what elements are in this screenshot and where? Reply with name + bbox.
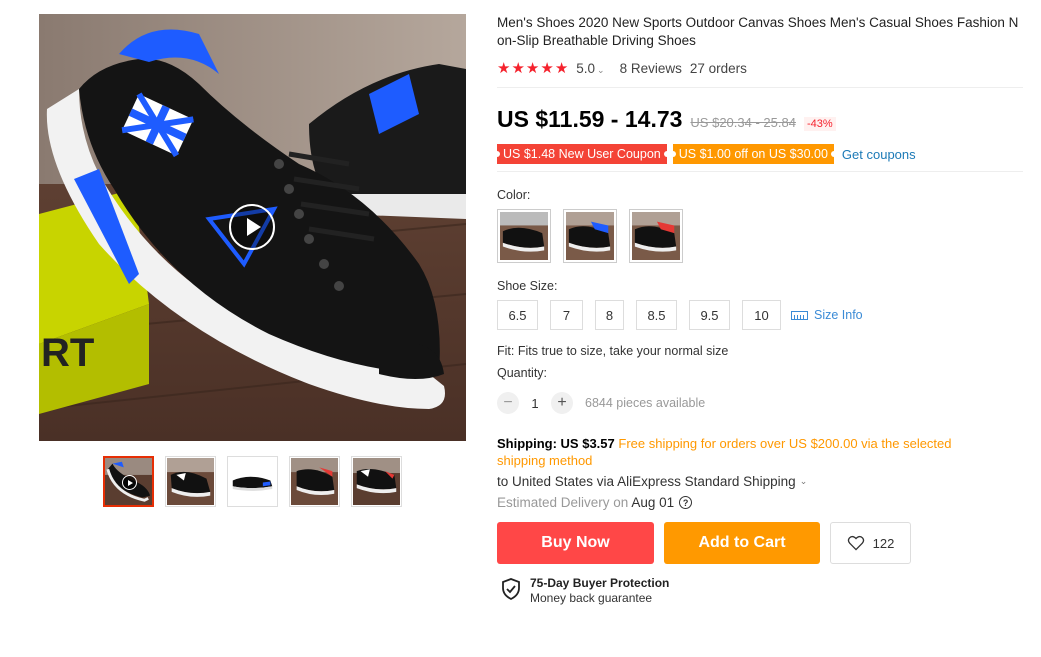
color-option-black-blue[interactable] (563, 209, 617, 263)
ruler-icon (791, 310, 808, 320)
thumbnail-3[interactable] (227, 456, 278, 507)
star-icon: ★ (525, 59, 540, 77)
play-icon (247, 218, 261, 236)
get-coupons-link[interactable]: Get coupons (842, 147, 916, 162)
color-label: Color: (497, 188, 531, 202)
size-option-9-5[interactable]: 9.5 (689, 300, 730, 330)
add-to-cart-button[interactable]: Add to Cart (664, 522, 820, 564)
shipping-cost: Shipping: US $3.57 (497, 436, 615, 451)
current-price: US $11.59 - 14.73 (497, 106, 683, 132)
size-info-link[interactable]: Size Info (791, 308, 863, 322)
svg-text:RT: RT (41, 331, 94, 375)
product-info-panel: Men's Shoes 2020 New Sports Outdoor Canv… (494, 14, 1023, 606)
wishlist-button[interactable]: 122 (830, 522, 911, 564)
buyer-protection: 75-Day Buyer Protection Money back guara… (501, 576, 1023, 606)
buy-now-button[interactable]: Buy Now (497, 522, 654, 564)
purchase-actions: Buy Now Add to Cart 122 (497, 522, 1023, 564)
thumbnail-image (291, 458, 338, 505)
wishlist-count: 122 (872, 535, 895, 551)
heart-icon (847, 535, 864, 551)
protection-text: 75-Day Buyer Protection Money back guara… (530, 576, 669, 606)
shipping-info: Shipping: US $3.57 Free shipping for ord… (497, 435, 997, 469)
protection-subtitle: Money back guarantee (530, 591, 653, 605)
quantity-increase-button[interactable]: + (551, 392, 573, 414)
quantity-stepper: − 1 + 6844 pieces available (497, 392, 1023, 414)
question-circle-icon[interactable]: ? (679, 496, 693, 509)
thumbnail-5[interactable] (351, 456, 402, 507)
star-icon: ★ (511, 59, 525, 77)
play-video-button[interactable] (229, 204, 275, 250)
rating-row: ★ ★ ★ ★ ★ 5.0 ⌄ 8 Reviews 27 orders (497, 60, 1023, 76)
rating-value: 5.0 (576, 60, 596, 76)
store-coupon[interactable]: US $1.00 off on US $30.00 (669, 144, 838, 164)
fit-note: Fit: Fits true to size, take your normal… (497, 344, 729, 358)
eta-date: Aug 01 (631, 495, 675, 510)
eta-label: Estimated Delivery on (497, 495, 629, 510)
quantity-label: Quantity: (497, 366, 548, 380)
main-product-image[interactable]: RT (39, 14, 466, 441)
discount-badge: -43% (803, 117, 836, 131)
star-icon: ★ (554, 59, 569, 77)
size-label: Shoe Size: (497, 279, 558, 293)
shipping-destination: to United States via AliExpress Standard… (497, 474, 796, 489)
thumbnail-image (167, 458, 214, 505)
new-user-coupon[interactable]: US $1.48 New User Coupon (494, 144, 670, 164)
thumbnail-4[interactable] (289, 456, 340, 507)
reviews-link[interactable]: 8 Reviews (620, 61, 682, 76)
color-options (497, 209, 1023, 263)
size-options: 6.5 7 8 8.5 9.5 10 Size Info (497, 300, 1023, 330)
thumbnail-2[interactable] (165, 456, 216, 507)
quantity-decrease-button[interactable]: − (497, 392, 519, 414)
size-option-6-5[interactable]: 6.5 (497, 300, 538, 330)
thumbnail-strip (103, 456, 402, 507)
chevron-down-icon: ⌄ (597, 64, 605, 75)
coupon-row: US $1.48 New User Coupon US $1.00 off on… (494, 144, 1023, 164)
product-title: Men's Shoes 2020 New Sports Outdoor Canv… (497, 15, 1019, 48)
play-icon (122, 475, 137, 490)
color-option-black-red[interactable] (629, 209, 683, 263)
size-info-label: Size Info (814, 308, 863, 322)
protection-title: 75-Day Buyer Protection (530, 576, 670, 590)
star-rating: ★ ★ ★ ★ ★ (497, 61, 568, 76)
thumbnail-image (229, 458, 276, 505)
stock-available: 6844 pieces available (585, 396, 706, 410)
price-row: US $11.59 - 14.73 US $20.34 - 25.84 -43% (497, 106, 1023, 134)
thumbnail-image (353, 458, 400, 505)
quantity-value[interactable]: 1 (519, 396, 551, 411)
size-option-10[interactable]: 10 (742, 300, 781, 330)
chevron-down-icon: ⌄ (799, 476, 808, 486)
color-option-black-white[interactable] (497, 209, 551, 263)
thumbnail-1[interactable] (103, 456, 154, 507)
color-swatch-image (500, 212, 548, 260)
size-option-8-5[interactable]: 8.5 (636, 300, 677, 330)
rating-dropdown[interactable]: 5.0 ⌄ (576, 61, 604, 76)
size-option-7[interactable]: 7 (550, 300, 583, 330)
color-swatch-image (566, 212, 614, 260)
shield-check-icon (502, 578, 520, 600)
size-option-8[interactable]: 8 (595, 300, 624, 330)
star-icon: ★ (540, 59, 554, 77)
original-price: US $20.34 - 25.84 (690, 115, 796, 130)
divider (497, 171, 1023, 172)
shipping-method-selector[interactable]: to United States via AliExpress Standard… (497, 474, 1023, 489)
orders-count: 27 orders (689, 60, 747, 76)
divider (497, 87, 1023, 88)
estimated-delivery: Estimated Delivery on Aug 01 ? (497, 495, 1023, 510)
star-icon: ★ (497, 59, 511, 77)
color-swatch-image (632, 212, 680, 260)
